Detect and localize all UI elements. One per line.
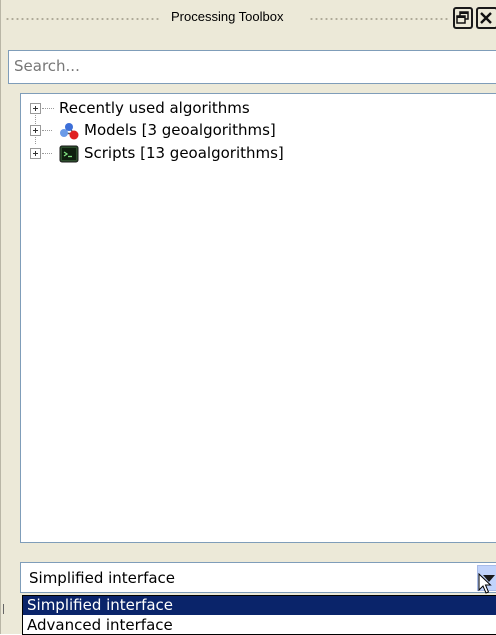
option-simplified-interface[interactable]: Simplified interface xyxy=(23,596,496,615)
tree-item-label: Scripts [13 geoalgorithms] xyxy=(84,144,284,162)
drag-grip-left[interactable] xyxy=(5,17,160,21)
algorithm-tree[interactable]: Recently used algorithms Models [3 geoal… xyxy=(20,93,496,543)
search-input[interactable]: Search... xyxy=(8,50,496,84)
search-placeholder: Search... xyxy=(14,57,80,75)
drag-grip-right[interactable] xyxy=(309,17,449,21)
interface-select-value: Simplified interface xyxy=(29,569,176,587)
tree-item-recently-used[interactable]: Recently used algorithms xyxy=(21,98,491,120)
tree-connector xyxy=(42,130,52,131)
processing-toolbox-panel: Processing Toolbox Search... Recently us… xyxy=(0,0,496,635)
tree-item-label: Recently used algorithms xyxy=(59,99,250,117)
tree-item-label: Models [3 geoalgorithms] xyxy=(84,121,276,139)
float-icon xyxy=(456,11,469,24)
expand-icon[interactable] xyxy=(30,148,41,159)
panel-titlebar[interactable]: Processing Toolbox xyxy=(1,0,496,36)
option-advanced-interface[interactable]: Advanced interface xyxy=(23,616,496,635)
scripts-icon xyxy=(59,145,79,163)
tree-item-scripts[interactable]: Scripts [13 geoalgorithms] xyxy=(21,143,491,165)
models-icon xyxy=(60,123,79,140)
tree-item-models[interactable]: Models [3 geoalgorithms] xyxy=(21,120,491,142)
interface-select[interactable]: Simplified interface xyxy=(20,562,496,593)
close-icon xyxy=(480,12,492,24)
close-button[interactable] xyxy=(476,7,496,29)
tree-connector xyxy=(42,108,54,109)
tree-connector xyxy=(42,153,52,154)
float-button[interactable] xyxy=(453,7,473,29)
resize-mark xyxy=(3,604,9,614)
interface-dropdown-list[interactable]: Simplified interface Advanced interface xyxy=(22,595,496,635)
expand-icon[interactable] xyxy=(30,103,41,114)
panel-title: Processing Toolbox xyxy=(171,9,284,24)
expand-icon[interactable] xyxy=(30,125,41,136)
mouse-cursor-icon xyxy=(478,573,492,594)
